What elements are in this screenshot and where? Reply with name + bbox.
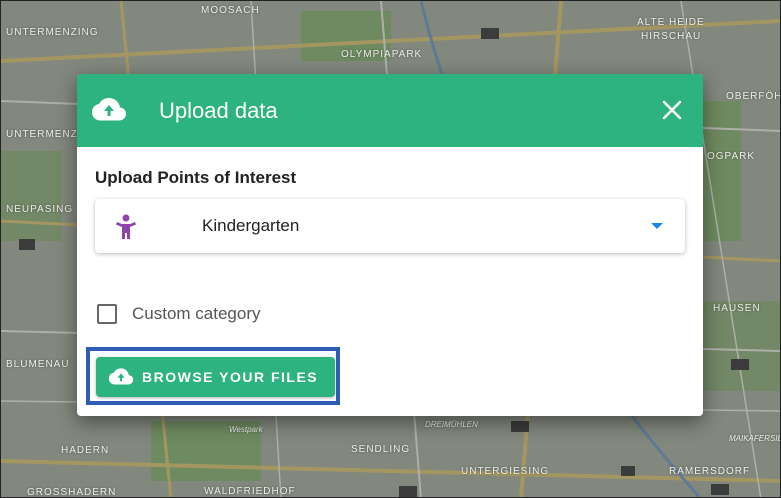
map-label: DREIMÜHLEN: [425, 420, 478, 429]
map-label: WALDFRIEDHOF: [204, 486, 296, 497]
app-frame: MOOSACH UNTERMENZING OLYMPIAPARK ALTE HE…: [0, 0, 781, 498]
custom-category-checkbox[interactable]: [97, 304, 117, 324]
close-icon[interactable]: [661, 99, 683, 121]
map-label: HADERN: [61, 445, 110, 456]
map-label: RAMERSDORF: [669, 466, 751, 477]
map-label: HIRSCHAU: [641, 31, 702, 42]
map-label: SENDLING: [351, 444, 411, 455]
dialog-header: Upload data: [77, 74, 703, 147]
child-icon: [116, 214, 136, 239]
poi-select-value: Kindergarten: [202, 216, 300, 235]
map-label: Westpark: [229, 425, 263, 434]
map-label: OBERFÖHRING: [726, 91, 780, 102]
section-title: Upload Points of Interest: [95, 168, 297, 187]
map-label: UNTERGIESING: [461, 466, 550, 477]
map-label: NEUPASING: [6, 204, 74, 215]
map-label: OLYMPIAPARK: [341, 49, 423, 60]
map-label: MAIKAFERSIEDLUNG: [729, 434, 780, 443]
map-label: OGPARK: [707, 151, 756, 162]
map-label: GROSSHADERN: [27, 487, 117, 498]
map-label: ALTE HEIDE: [637, 17, 705, 28]
custom-category-label[interactable]: Custom category: [132, 304, 261, 324]
dialog-title: Upload data: [159, 98, 278, 123]
map-label: BLUMENAU: [6, 359, 70, 370]
browse-files-button[interactable]: BROWSE YOUR FILES: [96, 357, 335, 397]
map-label: MOOSACH: [201, 5, 260, 16]
map-label: UNTERMENZING: [6, 27, 99, 38]
custom-category-row[interactable]: Custom category: [97, 304, 261, 324]
browse-files-label: BROWSE YOUR FILES: [142, 369, 319, 385]
map-label: HAUSEN: [713, 303, 761, 314]
poi-category-select[interactable]: Kindergarten: [95, 199, 685, 253]
upload-data-dialog: Upload data Upload Points of Interest Ki…: [77, 74, 703, 416]
cloud-upload-icon: [108, 368, 134, 385]
cloud-upload-icon: [92, 98, 126, 121]
caret-down-icon[interactable]: [651, 223, 663, 229]
